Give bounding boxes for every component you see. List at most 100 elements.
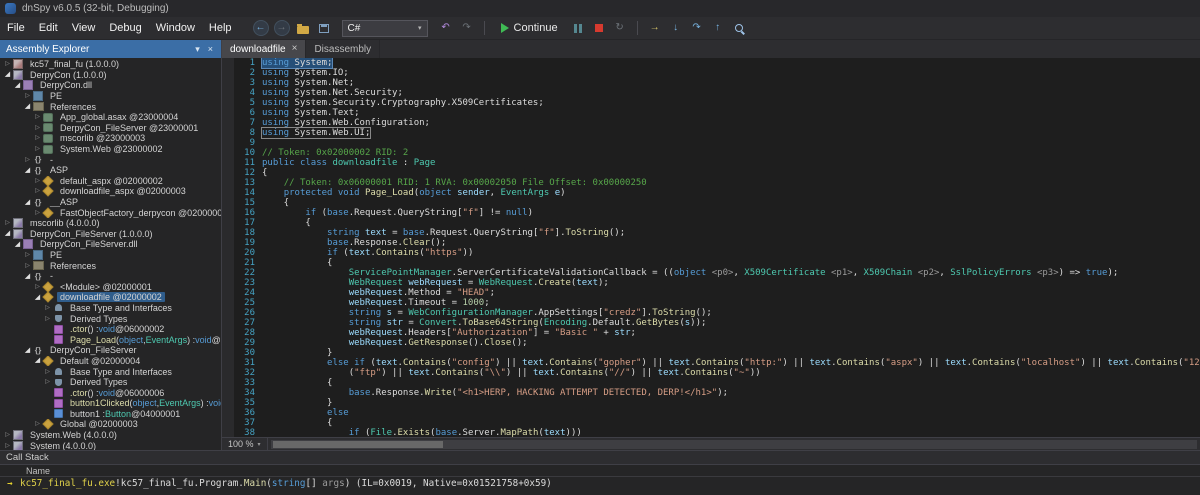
code-line[interactable]: 36 else xyxy=(234,408,1200,418)
menu-item-help[interactable]: Help xyxy=(202,22,239,34)
code-line[interactable]: 17 { xyxy=(234,218,1200,228)
tree-item[interactable]: ◢__ASP xyxy=(0,197,221,208)
expander-collapsed-icon[interactable]: ▷ xyxy=(23,157,32,163)
tree-item[interactable]: ◢DerpyCon_FileServer xyxy=(0,345,221,356)
expander-collapsed-icon[interactable]: ▷ xyxy=(3,220,12,226)
code-line[interactable]: 35 } xyxy=(234,398,1200,408)
code-line[interactable]: 10// Token: 0x02000002 RID: 2 xyxy=(234,148,1200,158)
code-line[interactable]: 38 if (File.Exists(base.Server.MapPath(t… xyxy=(234,428,1200,437)
step-into-button[interactable]: ↓ xyxy=(668,19,684,37)
tree-item[interactable]: ▷- xyxy=(0,154,221,165)
callstack-column-header[interactable]: Name xyxy=(0,465,1200,477)
code-line[interactable]: 20 if (text.Contains("https")) xyxy=(234,248,1200,258)
zoom-control[interactable]: 100 % ▾ xyxy=(222,438,268,450)
expander-collapsed-icon[interactable]: ▷ xyxy=(43,379,52,385)
panel-menu-icon[interactable]: ▾ xyxy=(191,44,204,55)
code-line[interactable]: 12{ xyxy=(234,168,1200,178)
expander-collapsed-icon[interactable]: ▷ xyxy=(23,263,32,269)
expander-expanded-icon[interactable]: ◢ xyxy=(33,294,42,301)
code-line[interactable]: 26 string s = WebConfigurationManager.Ap… xyxy=(234,308,1200,318)
tab-downloadfile[interactable]: downloadfile× xyxy=(222,40,306,58)
tree-item[interactable]: ▷mscorlib @23000003 xyxy=(0,133,221,144)
tree-item[interactable]: ▷System.Web (4.0.0.0) xyxy=(0,430,221,441)
expander-expanded-icon[interactable]: ◢ xyxy=(13,241,22,248)
code-line[interactable]: 32 ("ftp") || text.Contains("\\") || tex… xyxy=(234,368,1200,378)
tree-item[interactable]: ◢- xyxy=(0,271,221,282)
menu-item-file[interactable]: File xyxy=(0,22,32,34)
expander-expanded-icon[interactable]: ◢ xyxy=(23,167,32,174)
expander-collapsed-icon[interactable]: ▷ xyxy=(3,61,12,67)
tree-item[interactable]: ◢DerpyCon.dll xyxy=(0,80,221,91)
redo-button[interactable]: ↷ xyxy=(459,19,475,37)
restart-button[interactable]: ↻ xyxy=(612,19,628,37)
code-line[interactable]: 7using System.Web.Configuration; xyxy=(234,118,1200,128)
expander-expanded-icon[interactable]: ◢ xyxy=(3,71,12,78)
tree-item[interactable]: ◢ASP xyxy=(0,165,221,176)
code-line[interactable]: 28 webRequest.Headers["Authorization"] =… xyxy=(234,328,1200,338)
navigate-back-button[interactable]: ← xyxy=(253,20,269,36)
code-line[interactable]: 6using System.Text; xyxy=(234,108,1200,118)
tree-item[interactable]: ▷downloadfile_aspx @02000003 xyxy=(0,186,221,197)
callstack-frame[interactable]: →kc57_final_fu.exe!kc57_final_fu.Program… xyxy=(0,477,1200,490)
tree-item[interactable]: ▷kc57_final_fu (1.0.0.0) xyxy=(0,59,221,70)
expander-expanded-icon[interactable]: ◢ xyxy=(23,347,32,354)
code-line[interactable]: 21 { xyxy=(234,258,1200,268)
tree-item[interactable]: ▷System.Web @23000002 xyxy=(0,144,221,155)
expander-collapsed-icon[interactable]: ▷ xyxy=(33,125,42,131)
tree-item[interactable]: ◢Default @02000004 xyxy=(0,356,221,367)
menu-item-window[interactable]: Window xyxy=(149,22,202,34)
tree-item[interactable]: .ctor() : void @06000002 xyxy=(0,324,221,335)
tree-item[interactable]: ▷<Module> @02000001 xyxy=(0,281,221,292)
expander-collapsed-icon[interactable]: ▷ xyxy=(33,135,42,141)
expander-collapsed-icon[interactable]: ▷ xyxy=(33,146,42,152)
tree-item[interactable]: .ctor() : void @06000006 xyxy=(0,387,221,398)
tree-item[interactable]: ▷PE xyxy=(0,91,221,102)
expander-expanded-icon[interactable]: ◢ xyxy=(33,357,42,364)
code-line[interactable]: 8using System.Web.UI; xyxy=(234,128,1200,138)
expander-expanded-icon[interactable]: ◢ xyxy=(13,82,22,89)
stop-debugging-button[interactable] xyxy=(591,19,607,37)
tree-item[interactable]: ▷PE xyxy=(0,250,221,261)
expander-collapsed-icon[interactable]: ▷ xyxy=(33,114,42,120)
undo-button[interactable]: ↶ xyxy=(438,19,454,37)
tree-item[interactable]: button1 : Button @04000001 xyxy=(0,409,221,420)
continue-button[interactable]: Continue xyxy=(494,19,565,37)
tree-item[interactable]: Page_Load(object, EventArgs) : void @060… xyxy=(0,334,221,345)
open-button[interactable] xyxy=(295,19,311,37)
search-assemblies-button[interactable] xyxy=(731,19,747,37)
show-next-statement-button[interactable]: → xyxy=(647,19,663,37)
expander-collapsed-icon[interactable]: ▷ xyxy=(3,432,12,438)
code-line[interactable]: 34 base.Response.Write("<h1>HERP, HACKIN… xyxy=(234,388,1200,398)
tab-disassembly[interactable]: Disassembly xyxy=(306,40,380,58)
expander-expanded-icon[interactable]: ◢ xyxy=(23,273,32,280)
code-line[interactable]: 14 protected void Page_Load(object sende… xyxy=(234,188,1200,198)
tree-item[interactable]: ▷Base Type and Interfaces xyxy=(0,303,221,314)
tree-item[interactable]: ▷Derived Types xyxy=(0,377,221,388)
expander-expanded-icon[interactable]: ◢ xyxy=(3,230,12,237)
expander-collapsed-icon[interactable]: ▷ xyxy=(43,305,52,311)
tree-item[interactable]: button1Clicked(object, EventArgs) : void xyxy=(0,398,221,409)
expander-expanded-icon[interactable]: ◢ xyxy=(23,199,32,206)
code-line[interactable]: 9 xyxy=(234,138,1200,148)
expander-collapsed-icon[interactable]: ▷ xyxy=(33,284,42,290)
tree-item[interactable]: ▷default_aspx @02000002 xyxy=(0,176,221,187)
expander-collapsed-icon[interactable]: ▷ xyxy=(33,178,42,184)
assembly-explorer-header[interactable]: Assembly Explorer ▾ × xyxy=(0,40,221,58)
tree-item[interactable]: ▷mscorlib (4.0.0.0) xyxy=(0,218,221,229)
tab-close-icon[interactable]: × xyxy=(292,44,298,54)
panel-close-icon[interactable]: × xyxy=(204,44,217,54)
tree-item[interactable]: ▷App_global.asax @23000004 xyxy=(0,112,221,123)
code-line[interactable]: 30 } xyxy=(234,348,1200,358)
menu-item-edit[interactable]: Edit xyxy=(32,22,65,34)
code-line[interactable]: 16 if (base.Request.QueryString["f"] != … xyxy=(234,208,1200,218)
tree-item[interactable]: ▷DerpyCon_FileServer @23000001 xyxy=(0,123,221,134)
code-line[interactable]: 24 webRequest.Method = "HEAD"; xyxy=(234,288,1200,298)
code-line[interactable]: 31 else if (text.Contains("config") || t… xyxy=(234,358,1200,368)
scrollbar-thumb[interactable] xyxy=(273,441,443,448)
expander-collapsed-icon[interactable]: ▷ xyxy=(33,188,42,194)
code-line[interactable]: 37 { xyxy=(234,418,1200,428)
code-line[interactable]: 19 base.Response.Clear(); xyxy=(234,238,1200,248)
tree-item[interactable]: ◢downloadfile @02000002 xyxy=(0,292,221,303)
code-line[interactable]: 29 webRequest.GetResponse().Close(); xyxy=(234,338,1200,348)
step-over-button[interactable]: ↷ xyxy=(689,19,705,37)
